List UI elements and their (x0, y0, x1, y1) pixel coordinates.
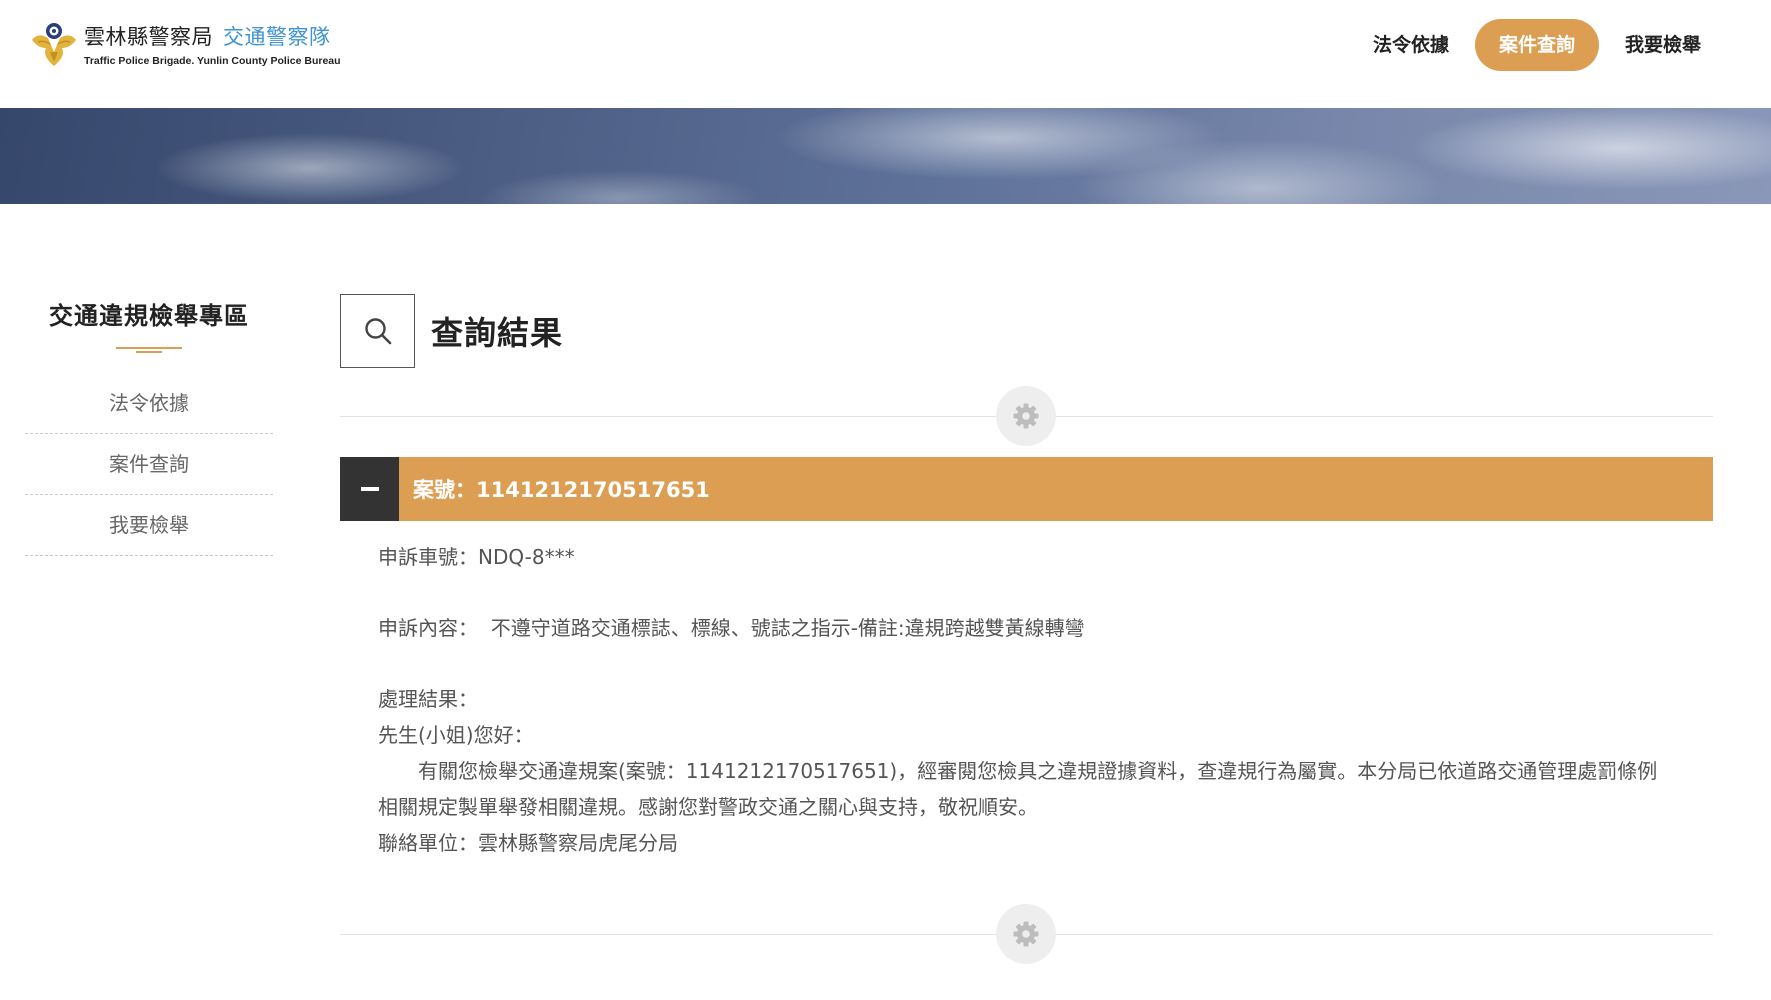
minus-icon (360, 487, 379, 491)
logo-title: 雲林縣警察局 交通警察隊 (84, 25, 331, 49)
sidebar-title: 交通違規檢舉專區 (49, 302, 249, 330)
gear-icon (1013, 403, 1039, 429)
section-divider-bottom (340, 904, 1713, 964)
sidebar-title-underline (116, 347, 182, 353)
search-icon (364, 318, 391, 345)
logo-text: 雲林縣警察局 交通警察隊 Traffic Police Brigade. Yunl… (84, 21, 341, 67)
section-divider (340, 386, 1713, 446)
case-plate: 申訴車號：NDQ-8*** (378, 545, 575, 569)
main-nav: 法令依據 案件查詢 我要檢舉 (1347, 19, 1713, 71)
case-greeting: 先生(小姐)您好： (378, 723, 534, 747)
site-logo[interactable]: 雲林縣警察局 交通警察隊 Traffic Police Brigade. Yunl… (28, 18, 341, 70)
sidebar-item-report[interactable]: 我要檢舉 (25, 495, 273, 556)
site-header: 雲林縣警察局 交通警察隊 Traffic Police Brigade. Yunl… (0, 0, 1771, 108)
page-title: 查詢結果 (431, 314, 564, 352)
case-content: 申訴內容： 不遵守道路交通標誌、標線、號誌之指示-備註:違規跨越雙黃線轉彎 (378, 616, 1085, 640)
sidebar-item-regulations[interactable]: 法令依據 (25, 373, 273, 434)
collapse-button[interactable] (340, 457, 399, 521)
case-number: 案號：1141212170517651 (413, 478, 710, 502)
gear-icon (1013, 921, 1039, 947)
case-contact: 聯絡單位：雲林縣警察局虎尾分局 (378, 831, 678, 855)
main-content: 查詢結果 案號：1141212170517651 申訴車號：NDQ-8*** 申… (340, 294, 1713, 964)
page-title-row: 查詢結果 (340, 294, 1713, 368)
sidebar-menu: 法令依據 案件查詢 我要檢舉 (25, 373, 273, 556)
sidebar: 交通違規檢舉專區 法令依據 案件查詢 我要檢舉 (25, 296, 273, 556)
nav-item-report[interactable]: 我要檢舉 (1613, 19, 1713, 71)
logo-subtitle: Traffic Police Brigade. Yunlin County Po… (84, 55, 341, 67)
case-result-label: 處理結果： (378, 687, 478, 711)
divider-badge (996, 386, 1056, 446)
case-details: 申訴車號：NDQ-8*** 申訴內容： 不遵守道路交通標誌、標線、號誌之指示-備… (340, 521, 1713, 861)
case-reply-text: 有關您檢舉交通違規案(案號：1141212170517651)，經審閱您檢具之違… (378, 759, 1658, 819)
nav-item-regulations[interactable]: 法令依據 (1361, 19, 1461, 71)
sky-banner (0, 108, 1771, 204)
police-emblem-icon (32, 23, 76, 66)
divider-badge (996, 904, 1056, 964)
case-header[interactable]: 案號：1141212170517651 (340, 457, 1713, 521)
search-icon-box (340, 294, 415, 368)
nav-item-case-query[interactable]: 案件查詢 (1474, 19, 1599, 71)
sidebar-item-case-query[interactable]: 案件查詢 (25, 434, 273, 495)
